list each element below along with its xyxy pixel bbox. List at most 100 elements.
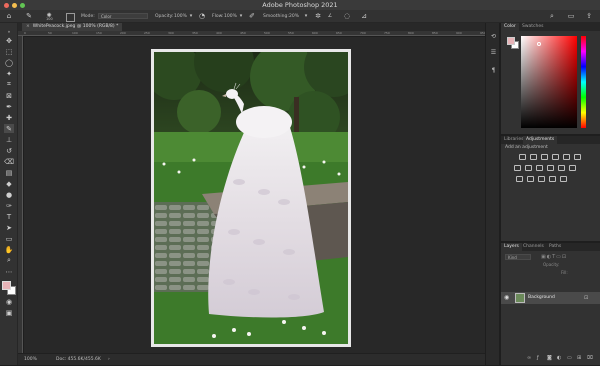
smoothing-settings-icon[interactable]: ✲ xyxy=(314,12,322,20)
airbrush-icon[interactable]: ✐ xyxy=(248,12,256,20)
curves-icon[interactable] xyxy=(541,154,548,160)
exposure-icon[interactable] xyxy=(552,154,559,160)
search-icon[interactable]: ⌕ xyxy=(548,12,556,20)
flow-dropdown-icon[interactable]: ▾ xyxy=(237,12,245,20)
photo-filter-icon[interactable] xyxy=(547,165,554,171)
brightness-contrast-icon[interactable] xyxy=(519,154,526,160)
fx-icon[interactable]: ƒ xyxy=(537,354,539,362)
hue-saturation-icon[interactable] xyxy=(514,165,521,171)
mask-icon[interactable]: ◙ xyxy=(547,354,552,362)
new-layer-icon[interactable]: ⊞ xyxy=(577,354,581,362)
black-white-icon[interactable] xyxy=(536,165,543,171)
color-lookup-icon[interactable] xyxy=(569,165,576,171)
channel-mixer-icon[interactable] xyxy=(558,165,565,171)
tab-swatches[interactable]: Swatches xyxy=(519,23,547,31)
lasso-tool-icon[interactable]: ◯ xyxy=(4,58,14,67)
blur-tool-icon[interactable]: ◆ xyxy=(4,179,14,188)
threshold-icon[interactable] xyxy=(538,176,545,182)
rectangle-tool-icon[interactable]: ▭ xyxy=(4,234,14,243)
flow-value[interactable]: 100% xyxy=(224,10,237,23)
foreground-color-chip[interactable] xyxy=(507,37,515,45)
layer-name[interactable]: Background xyxy=(528,292,555,304)
screen-mode-icon[interactable]: ▣ xyxy=(4,308,14,317)
adjustment-layer-icon[interactable]: ◐ xyxy=(557,354,561,362)
layer-filter-icons[interactable]: ▣◐T▭⊡ xyxy=(541,254,567,260)
ruler-tick: 700 xyxy=(360,31,366,35)
tab-layers[interactable]: Layers xyxy=(501,243,522,251)
zoom-tool-icon[interactable]: ⌕ xyxy=(4,256,14,265)
more-tools-icon[interactable]: ⋯ xyxy=(4,267,14,276)
smoothing-dropdown-icon[interactable]: ▾ xyxy=(302,12,310,20)
hue-slider[interactable] xyxy=(581,36,586,128)
options-bar: ⌂ ✎ ✺ 100 Mode: Color Opacity: 100% ▾ ◔ … xyxy=(0,10,600,23)
ruler-tick: 550 xyxy=(288,31,294,35)
pen-tool-icon[interactable]: ✑ xyxy=(4,201,14,210)
color-panel: Color Swatches xyxy=(501,23,600,135)
ruler-tick: 450 xyxy=(240,31,246,35)
eyedropper-tool-icon[interactable]: ✒ xyxy=(4,102,14,111)
posterize-icon[interactable] xyxy=(527,176,534,182)
clone-stamp-tool-icon[interactable]: ⊥ xyxy=(4,135,14,144)
eraser-tool-icon[interactable]: ⌫ xyxy=(4,157,14,166)
history-brush-tool-icon[interactable]: ↺ xyxy=(4,146,14,155)
share-icon[interactable]: ⇪ xyxy=(585,12,593,20)
dodge-tool-icon[interactable]: ● xyxy=(4,190,14,199)
selective-color-icon[interactable] xyxy=(560,176,567,182)
foreground-color-swatch[interactable] xyxy=(2,281,11,290)
pressure-opacity-icon[interactable]: ◔ xyxy=(198,12,206,20)
marquee-tool-icon[interactable]: ⬚ xyxy=(4,47,14,56)
pressure-size-icon[interactable]: ◌ xyxy=(343,12,351,20)
opacity-value[interactable]: 100% xyxy=(174,10,187,23)
healing-brush-tool-icon[interactable]: ✚ xyxy=(4,113,14,122)
crop-tool-icon[interactable]: ⌗ xyxy=(4,80,14,89)
gradient-triangle-icon[interactable] xyxy=(574,154,581,160)
path-selection-tool-icon[interactable]: ➤ xyxy=(4,223,14,232)
hand-tool-icon[interactable]: ✋ xyxy=(4,245,14,254)
toolbar-collapse-icon[interactable]: » xyxy=(4,27,14,36)
magic-wand-tool-icon[interactable]: ✦ xyxy=(4,69,14,78)
color-balance-icon[interactable] xyxy=(525,165,532,171)
vibrance-icon[interactable] xyxy=(563,154,570,160)
zoom-level[interactable]: 100% xyxy=(24,354,37,366)
visibility-eye-icon[interactable]: ◉ xyxy=(504,294,509,302)
type-tool-icon[interactable]: T xyxy=(4,212,14,221)
color-picker-cursor[interactable] xyxy=(537,42,541,46)
tab-color[interactable]: Color xyxy=(501,23,519,31)
mode-select[interactable]: Color xyxy=(98,13,148,19)
layer-row[interactable]: ◉ Background ⊡ xyxy=(501,292,600,304)
smoothing-value[interactable]: 20% xyxy=(289,10,299,23)
frame-tool-icon[interactable]: ⊠ xyxy=(4,91,14,100)
workspace-icon[interactable]: ▭ xyxy=(567,12,575,20)
gradient-map-icon[interactable] xyxy=(549,176,556,182)
layer-filter-kind-select[interactable]: Kind xyxy=(505,254,531,260)
opacity-dropdown-icon[interactable]: ▾ xyxy=(187,12,195,20)
group-icon[interactable]: ▭ xyxy=(567,354,572,362)
lock-icon[interactable]: ⊡ xyxy=(584,294,588,302)
link-icon[interactable]: ∞ xyxy=(527,354,531,362)
status-menu-arrow[interactable]: › xyxy=(108,354,110,366)
document-tab[interactable]: × WhitePeacock.jpeg @ 100% (RGB/8) * xyxy=(22,23,123,31)
peacock-photo[interactable] xyxy=(154,52,348,344)
move-tool-icon[interactable]: ✥ xyxy=(4,36,14,45)
history-panel-icon[interactable]: ⟲ xyxy=(489,32,498,41)
home-icon[interactable]: ⌂ xyxy=(5,12,13,20)
quick-mask-icon[interactable]: ◉ xyxy=(4,297,14,306)
invert-icon[interactable] xyxy=(516,176,523,182)
levels-icon[interactable] xyxy=(530,154,537,160)
color-picker-field[interactable] xyxy=(521,36,577,128)
tab-channels[interactable]: Channels xyxy=(520,243,547,251)
paragraph-panel-icon[interactable]: ¶ xyxy=(489,66,498,75)
brush-settings-icon[interactable] xyxy=(66,13,75,22)
close-tab-icon[interactable]: × xyxy=(26,24,30,29)
brush-tool-icon[interactable]: ✎ xyxy=(25,12,33,20)
symmetry-icon[interactable]: ⊿ xyxy=(360,12,368,20)
brush-tool-icon[interactable]: ✎ xyxy=(4,124,14,133)
gradient-tool-icon[interactable]: ▤ xyxy=(4,168,14,177)
tab-adjustments[interactable]: Adjustments xyxy=(523,136,558,144)
tools-panel: » ✥ ⬚ ◯ ✦ ⌗ ⊠ ✒ ✚ ✎ ⊥ ↺ ⌫ ▤ ◆ ● ✑ T ➤ ▭ … xyxy=(0,23,18,365)
properties-panel-icon[interactable]: ☰ xyxy=(489,48,498,57)
status-bar: 100% Doc: 455.6K/455.6K › xyxy=(18,353,485,365)
angle-icon[interactable]: ∠ xyxy=(326,12,334,20)
tab-paths[interactable]: Paths xyxy=(546,243,564,251)
trash-icon[interactable]: ⌧ xyxy=(587,354,593,362)
